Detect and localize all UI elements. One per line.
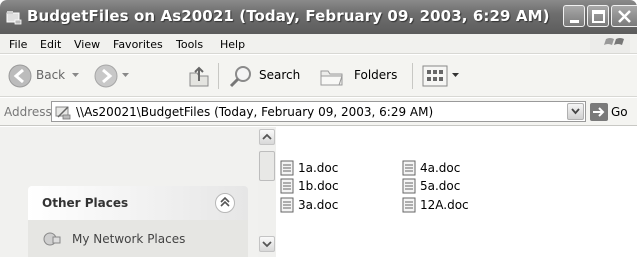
chevron-up-icon [220,196,230,207]
menu-edit[interactable]: Edit [40,38,61,51]
views-icon [422,65,448,87]
address-value: \\As20021\BudgetFiles (Today, February 0… [76,105,434,119]
file-name: 1a.doc [298,161,339,175]
menu-tools[interactable]: Tools [176,38,203,51]
menu-file[interactable]: File [9,38,27,51]
go-arrow-icon [593,107,605,117]
up-folder-icon [189,66,209,87]
file-name: 5a.doc [420,179,461,193]
back-label: Back [36,68,66,82]
address-dropdown-button[interactable] [567,103,584,120]
forward-dropdown-icon[interactable] [122,73,129,78]
forward-button[interactable] [92,55,132,97]
word-document-icon [280,178,294,194]
search-label: Search [259,68,301,82]
file-name: 1b.doc [298,179,339,193]
windows-logo-icon [590,35,630,53]
folders-label: Folders [354,68,398,82]
maximize-button[interactable] [587,5,609,27]
word-document-icon [402,197,416,213]
other-places-header[interactable]: Other Places [28,186,248,220]
go-label[interactable]: Go [611,105,628,119]
close-button[interactable] [611,5,637,27]
back-arrow-icon [8,64,32,88]
word-document-icon [280,197,294,213]
minimize-button[interactable] [563,5,585,27]
word-document-icon [280,160,294,176]
toolbar-separator [218,63,219,89]
other-places-body: My Network Places [28,220,248,257]
scroll-up-button[interactable] [259,129,275,145]
arrow-up-icon [262,133,272,140]
window-title: BudgetFiles on As20021 (Today, February … [27,7,550,25]
network-places-icon [43,232,61,246]
views-button[interactable] [420,55,464,97]
menu-view[interactable]: View [74,38,100,51]
forward-arrow-icon [94,64,118,88]
address-bar: Address \\As20021\BudgetFiles (Today, Fe… [0,98,637,126]
word-document-icon [402,178,416,194]
address-input[interactable]: \\As20021\BudgetFiles (Today, February 0… [51,101,586,122]
file-name: 4a.doc [420,161,461,175]
back-button[interactable]: Back [6,55,86,97]
title-bar[interactable]: BudgetFiles on As20021 (Today, February … [0,0,637,34]
close-icon [618,10,631,23]
views-dropdown-icon [452,73,459,77]
file-name: 12A.doc [420,198,469,212]
folders-button[interactable]: Folders [318,55,406,97]
address-label: Address [4,105,52,119]
file-list: 1a.doc 1b.doc 3a.doc 4a.doc 5a.doc 12A.d… [278,127,637,257]
menu-favorites[interactable]: Favorites [113,38,163,51]
vertical-scrollbar[interactable] [258,127,276,257]
my-network-places-label: My Network Places [72,232,186,246]
up-folder-button[interactable] [186,55,214,97]
back-dropdown-icon[interactable] [72,73,79,78]
folders-icon [320,70,343,86]
file-name: 3a.doc [298,198,339,212]
toolbar-separator [412,63,413,89]
network-folder-icon [55,106,71,120]
arrow-down-icon [262,241,272,248]
maximize-icon [592,10,605,23]
word-document-icon [402,160,416,176]
search-button[interactable]: Search [226,55,314,97]
chevron-down-icon [571,108,580,115]
other-places-title: Other Places [42,196,129,210]
network-folder-icon [6,11,22,25]
menu-bar: File Edit View Favorites Tools Help [0,34,637,54]
scroll-down-button[interactable] [259,236,275,252]
scroll-thumb[interactable] [259,151,275,181]
search-icon [229,66,251,88]
menu-help[interactable]: Help [220,38,245,51]
task-pane: Other Places My Network Places [0,127,258,257]
toolbar: Back Search Folders [0,55,637,97]
minimize-icon [570,20,579,23]
collapse-button[interactable] [215,193,235,213]
go-button[interactable] [590,103,608,121]
